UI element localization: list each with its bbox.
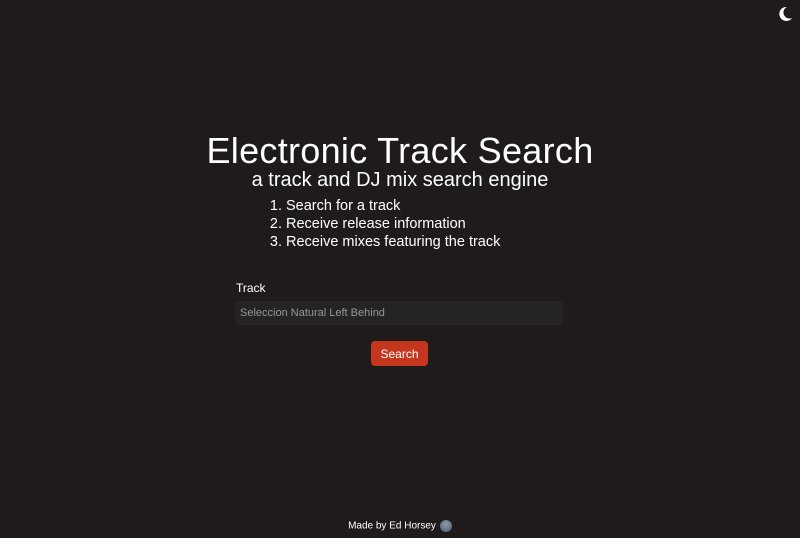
step-item: Search for a track [286, 197, 500, 215]
footer-text: Made by Ed Horsey [348, 520, 436, 532]
moon-icon[interactable] [776, 5, 794, 23]
step-item: Receive release information [286, 215, 500, 233]
track-input[interactable] [235, 301, 563, 325]
avatar [439, 520, 452, 532]
footer: Made by Ed Horsey [0, 520, 800, 532]
track-label: Track [236, 281, 266, 295]
page-title: Electronic Track Search [206, 130, 594, 171]
search-button[interactable]: Search [371, 341, 428, 366]
step-item: Receive mixes featuring the track [286, 233, 500, 251]
steps-list: Search for a track Receive release infor… [268, 197, 500, 251]
page-subtitle: a track and DJ mix search engine [251, 169, 549, 191]
